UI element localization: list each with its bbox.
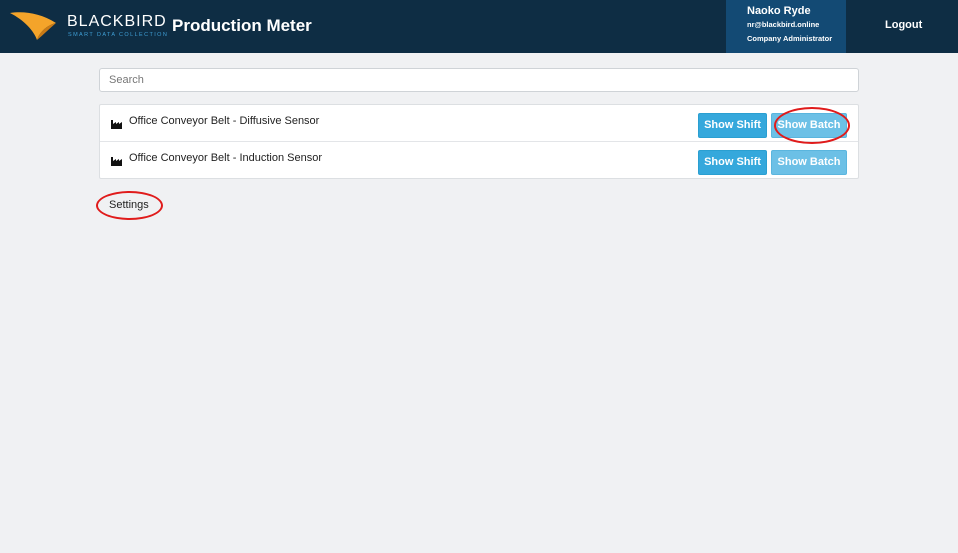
device-name: Office Conveyor Belt - Diffusive Sensor: [129, 115, 320, 127]
search-input[interactable]: [99, 68, 859, 92]
top-navbar: BLACKBIRD SMART DATA COLLECTION Producti…: [0, 0, 958, 53]
logout-link[interactable]: Logout: [885, 19, 922, 31]
show-batch-button[interactable]: Show Batch: [771, 150, 847, 175]
user-email: nr@blackbird.online: [747, 20, 820, 29]
device-row: Office Conveyor Belt - Induction Sensor …: [100, 142, 858, 179]
device-list: Office Conveyor Belt - Diffusive Sensor …: [99, 104, 859, 179]
factory-icon: [111, 153, 123, 171]
device-row: Office Conveyor Belt - Diffusive Sensor …: [100, 105, 858, 142]
settings-link[interactable]: Settings: [109, 199, 149, 211]
page-title: Production Meter: [172, 16, 312, 35]
brand-tagline: SMART DATA COLLECTION: [68, 32, 169, 38]
factory-icon: [111, 116, 123, 134]
brand-name: BLACKBIRD: [67, 13, 167, 30]
user-info: Naoko Ryde nr@blackbird.online Company A…: [726, 0, 846, 53]
show-shift-button[interactable]: Show Shift: [698, 150, 767, 175]
blackbird-logo-icon: [10, 12, 56, 40]
brand-logo[interactable]: BLACKBIRD SMART DATA COLLECTION: [10, 11, 167, 43]
device-name: Office Conveyor Belt - Induction Sensor: [129, 152, 323, 164]
show-batch-button[interactable]: Show Batch: [771, 113, 847, 138]
user-role: Company Administrator: [747, 34, 833, 43]
show-shift-button[interactable]: Show Shift: [698, 113, 767, 138]
user-name: Naoko Ryde: [747, 5, 811, 17]
